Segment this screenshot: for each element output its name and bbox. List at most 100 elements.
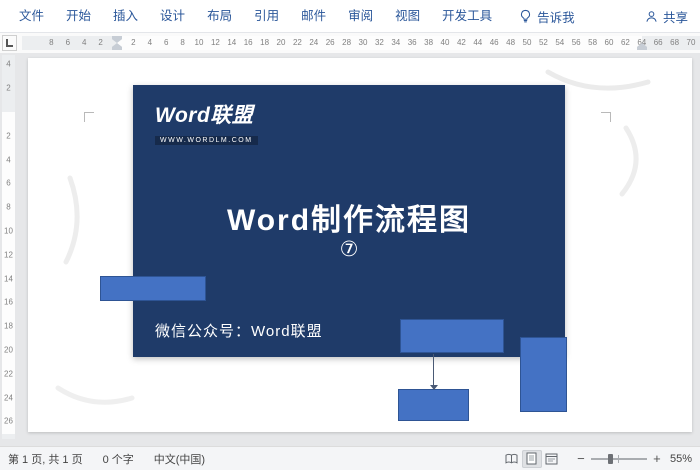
ribbon-tab-9[interactable]: 视图 <box>384 0 431 32</box>
zoom-control: − + 55% <box>574 452 692 466</box>
tell-me-label: 告诉我 <box>537 7 575 26</box>
print-layout-button[interactable] <box>522 450 542 468</box>
document-area: 422468101214161820222426 Word联盟 www.word… <box>0 53 700 446</box>
logo-subtext: www.wordlm.com <box>155 136 258 145</box>
page-indicator[interactable]: 第 1 页, 共 1 页 <box>8 451 83 467</box>
share-button[interactable]: 共享 <box>645 7 692 26</box>
ribbon-tab-10[interactable]: 开发工具 <box>431 0 503 32</box>
cover-card[interactable]: Word联盟 www.wordlm.com Word制作流程图 ⑦ 微信公众号：… <box>133 85 565 357</box>
h-ruler-number: 62 <box>621 36 630 50</box>
ribbon-tab-4[interactable]: 设计 <box>149 0 196 32</box>
flowchart-shape-1[interactable] <box>100 276 206 301</box>
word-count[interactable]: 0 个字 <box>103 451 134 467</box>
ribbon-tab-1[interactable]: 文件 <box>8 0 55 32</box>
zoom-slider[interactable] <box>591 453 647 465</box>
h-ruler-number: 2 <box>98 36 102 50</box>
margin-corner-mark <box>84 112 94 122</box>
h-ruler-number: 8 <box>49 36 53 50</box>
v-ruler-number: 4 <box>2 60 15 69</box>
h-ruler-number: 52 <box>539 36 548 50</box>
zoom-percentage[interactable]: 55% <box>670 453 692 465</box>
h-ruler-number: 16 <box>244 36 253 50</box>
h-ruler-number: 30 <box>359 36 368 50</box>
web-layout-button[interactable] <box>542 450 562 468</box>
h-ruler-number: 10 <box>195 36 204 50</box>
h-ruler-number: 58 <box>588 36 597 50</box>
h-ruler-number: 4 <box>148 36 152 50</box>
lightbulb-icon <box>519 9 532 23</box>
h-ruler-number: 6 <box>66 36 70 50</box>
h-ruler-number: 36 <box>408 36 417 50</box>
h-ruler-number: 20 <box>277 36 286 50</box>
ribbon-tab-7[interactable]: 邮件 <box>290 0 337 32</box>
flowchart-shape-2[interactable] <box>400 319 504 353</box>
h-ruler-number: 2 <box>131 36 135 50</box>
v-ruler-number: 2 <box>2 84 15 93</box>
v-ruler-number: 22 <box>2 369 15 378</box>
word-window: 文件开始插入设计布局引用邮件审阅视图开发工具 告诉我 共享 <box>0 0 700 470</box>
h-ruler-number: 70 <box>687 36 696 50</box>
card-title: Word制作流程图 <box>133 195 565 239</box>
ribbon-tab-8[interactable]: 审阅 <box>337 0 384 32</box>
h-ruler-number: 38 <box>424 36 433 50</box>
v-ruler-number: 2 <box>2 131 15 140</box>
v-ruler-number: 8 <box>2 203 15 212</box>
flowchart-connector[interactable] <box>433 354 434 385</box>
flowchart-arrowhead <box>430 385 438 390</box>
ribbon-tab-bar: 文件开始插入设计布局引用邮件审阅视图开发工具 告诉我 共享 <box>0 0 700 33</box>
h-ruler-number: 42 <box>457 36 466 50</box>
tell-me-button[interactable]: 告诉我 <box>519 7 575 26</box>
margin-corner-mark <box>601 112 611 122</box>
tab-stop-selector[interactable] <box>2 35 17 51</box>
language-indicator[interactable]: 中文(中国) <box>154 451 205 467</box>
h-ruler-number: 54 <box>555 36 564 50</box>
v-ruler-number: 10 <box>2 227 15 236</box>
v-ruler-number: 14 <box>2 274 15 283</box>
zoom-slider-center-tick <box>618 455 619 463</box>
h-ruler-number: 40 <box>441 36 450 50</box>
status-bar: 第 1 页, 共 1 页 0 个字 中文(中国) <box>0 446 700 470</box>
h-ruler-number: 56 <box>572 36 581 50</box>
v-ruler-number: 16 <box>2 298 15 307</box>
h-ruler-number: 26 <box>326 36 335 50</box>
horizontal-ruler[interactable]: 8642246810121416182022242628303234363840… <box>22 36 700 50</box>
ribbon-tab-5[interactable]: 布局 <box>196 0 243 32</box>
v-ruler-number: 24 <box>2 393 15 402</box>
flowchart-shape-3[interactable] <box>398 389 469 421</box>
ribbon-tab-2[interactable]: 开始 <box>55 0 102 32</box>
ribbon-tab-6[interactable]: 引用 <box>243 0 290 32</box>
h-ruler-number: 18 <box>260 36 269 50</box>
zoom-out-button[interactable]: − <box>574 452 588 466</box>
read-mode-button[interactable] <box>502 450 522 468</box>
h-ruler-number: 14 <box>227 36 236 50</box>
v-ruler-number: 26 <box>2 417 15 426</box>
h-ruler-number: 48 <box>506 36 515 50</box>
page-canvas[interactable]: Word联盟 www.wordlm.com Word制作流程图 ⑦ 微信公众号：… <box>28 58 692 432</box>
h-ruler-number: 4 <box>82 36 86 50</box>
zoom-slider-track <box>591 458 647 460</box>
horizontal-ruler-row: 8642246810121416182022242628303234363840… <box>0 33 700 53</box>
v-ruler-number: 6 <box>2 179 15 188</box>
h-ruler-number: 68 <box>670 36 679 50</box>
ribbon-tab-3[interactable]: 插入 <box>102 0 149 32</box>
person-icon <box>645 10 658 23</box>
v-ruler-number: 4 <box>2 155 15 164</box>
h-ruler-number: 28 <box>342 36 351 50</box>
h-ruler-number: 24 <box>309 36 318 50</box>
v-ruler-number: 12 <box>2 250 15 259</box>
v-ruler-number: 18 <box>2 322 15 331</box>
logo: Word联盟 www.wordlm.com <box>155 99 258 147</box>
h-ruler-number: 34 <box>391 36 400 50</box>
print-layout-icon <box>526 452 537 465</box>
h-ruler-number: 60 <box>605 36 614 50</box>
logo-text: Word联盟 <box>155 99 258 129</box>
h-ruler-number: 6 <box>164 36 168 50</box>
vertical-ruler[interactable]: 422468101214161820222426 <box>2 55 15 439</box>
h-ruler-number: 32 <box>375 36 384 50</box>
zoom-in-button[interactable]: + <box>650 452 664 466</box>
zoom-slider-thumb[interactable] <box>608 454 613 464</box>
flowchart-shape-4[interactable] <box>520 337 567 412</box>
share-label: 共享 <box>663 7 688 26</box>
ribbon-tabs: 文件开始插入设计布局引用邮件审阅视图开发工具 <box>8 0 503 32</box>
h-ruler-number: 46 <box>490 36 499 50</box>
